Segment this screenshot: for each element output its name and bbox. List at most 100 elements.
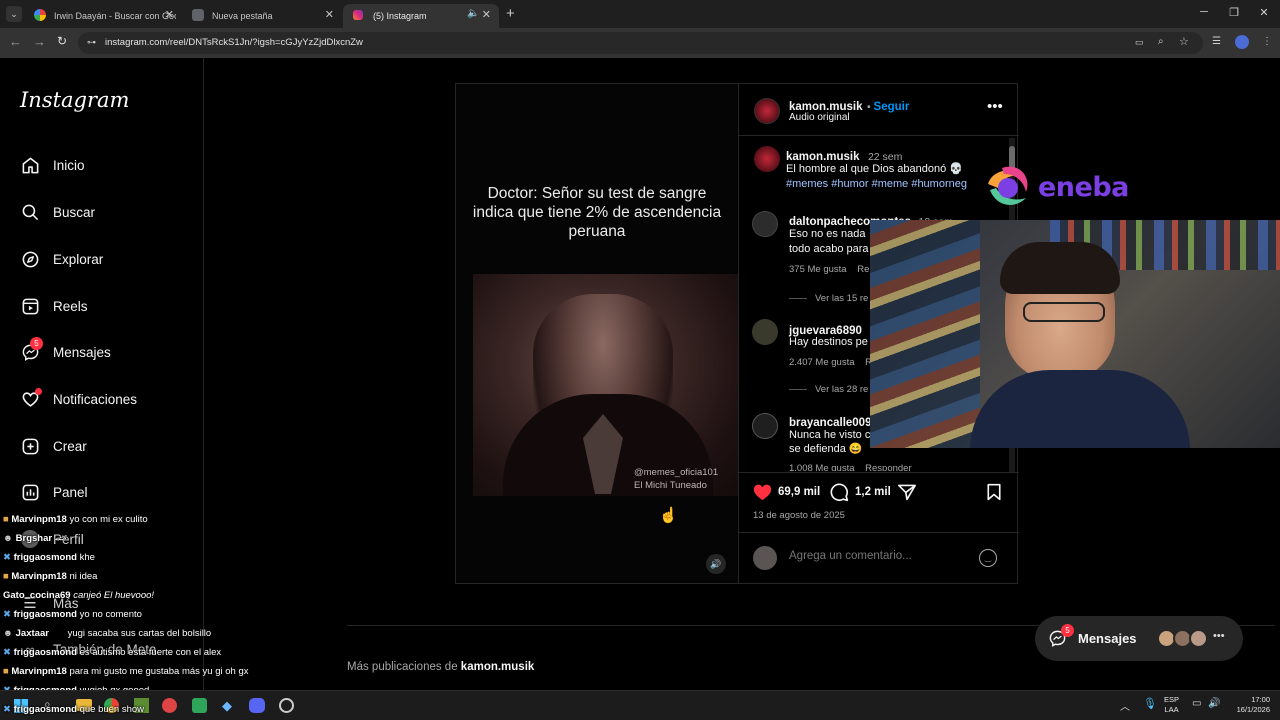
tab-instagram[interactable]: (5) Instagram 🔈 ✕ <box>343 4 499 28</box>
chat-message: ✖ friggaosmond que buen show <box>3 704 145 715</box>
language-indicator[interactable]: ESP LAA <box>1164 695 1179 715</box>
close-icon[interactable]: ✕ <box>325 8 334 21</box>
forward-icon[interactable]: → <box>33 34 46 49</box>
obs-icon[interactable] <box>279 698 294 713</box>
microphone-icon[interactable]: 🎙 <box>1143 697 1157 710</box>
comment-text-line-2: se defienda 😄 <box>789 443 863 455</box>
reply-button[interactable]: Re <box>857 264 869 275</box>
home-icon <box>20 155 40 175</box>
close-icon[interactable]: ✕ <box>482 8 491 21</box>
site-info-icon[interactable]: ⊶ <box>87 37 96 48</box>
notification-dot <box>35 388 42 395</box>
volume-icon[interactable]: 🔊 <box>1208 698 1220 709</box>
app-icon[interactable]: ◆ <box>222 698 232 714</box>
save-icon[interactable] <box>986 483 1002 506</box>
comment-button[interactable]: 1,2 mil <box>829 482 891 502</box>
chat-message: Gato_cocina69 canjeó El huevooo! <box>3 590 155 601</box>
minimize-icon[interactable]: ─ <box>1194 6 1214 18</box>
tab-search-icon[interactable]: ☰ <box>1212 36 1221 47</box>
profile-icon[interactable] <box>1235 35 1249 49</box>
follow-button[interactable]: Seguir <box>874 101 910 113</box>
more-options-icon[interactable]: ••• <box>987 98 1003 115</box>
sidebar-item-buscar[interactable]: Buscar <box>20 202 95 222</box>
cast-icon[interactable]: ▭ <box>1135 37 1144 48</box>
sidebar-item-reels[interactable]: Reels <box>20 296 88 316</box>
sidebar-item-notificaciones[interactable]: Notificaciones <box>20 388 137 409</box>
eneba-sponsor-logo: eneba <box>982 162 1129 212</box>
time-text: 17:00 <box>1251 695 1270 704</box>
viewer-avatar <box>753 546 777 570</box>
chat-message: ✖ friggaosmond khe <box>3 552 95 563</box>
posters-background <box>870 220 980 448</box>
tab-title: Nueva pestaña <box>212 11 273 21</box>
audio-label[interactable]: Audio original <box>789 112 850 123</box>
more-posts-prefix: Más publicaciones de <box>347 661 461 673</box>
windows-taskbar: ⌕ ◆ ︿ 🎙 ESP LAA ▭ 🔊 17:00 16/1/2026 <box>0 690 1280 720</box>
tab-new-tab[interactable]: Nueva pestaña ✕ <box>182 4 342 28</box>
instagram-logo[interactable]: Instagram <box>20 88 129 112</box>
comment-input[interactable] <box>789 550 974 562</box>
sidebar-item-explorar[interactable]: Explorar <box>20 249 103 269</box>
chat-message: ■ Marvinpm18 ni idea <box>3 571 98 582</box>
eneba-emblem-icon <box>988 166 1028 205</box>
tab-google-search[interactable]: Irwin Daayán - Buscar con Goo ✕ <box>24 4 182 28</box>
share-icon[interactable] <box>897 483 917 506</box>
app-icon[interactable] <box>162 698 177 713</box>
app-icon[interactable] <box>192 698 207 713</box>
zoom-icon[interactable]: ⌕ <box>1158 36 1164 47</box>
sidebar-item-mensajes[interactable]: 5 Mensajes <box>20 337 111 362</box>
sidebar-item-label: Mensajes <box>53 344 111 360</box>
comment-likes[interactable]: 1.008 Me gusta <box>789 463 855 471</box>
emoji-icon[interactable]: ‿ <box>979 549 997 567</box>
author-avatar[interactable] <box>754 98 780 124</box>
clock[interactable]: 17:00 16/1/2026 <box>1226 695 1270 715</box>
speaker-icon[interactable]: 🔈 <box>467 8 479 19</box>
address-bar[interactable]: ⊶ instagram.com/reel/DNTsRckS1Jn/?igsh=c… <box>78 32 1203 54</box>
comment-likes[interactable]: 2.407 Me gusta <box>789 357 855 368</box>
streamer-webcam <box>870 220 1280 448</box>
sidebar-item-label: Reels <box>53 298 88 314</box>
view-replies-link[interactable]: Ver las 15 re <box>815 293 868 304</box>
sidebar-item-panel[interactable]: Panel <box>20 482 88 502</box>
chrome-icon <box>192 9 204 21</box>
caption-author-avatar[interactable] <box>754 146 780 172</box>
watermark-channel: El Michi Tuneado <box>634 480 707 491</box>
reply-button[interactable]: Responder <box>865 463 911 471</box>
comment-avatar[interactable] <box>752 211 778 237</box>
sidebar-item-crear[interactable]: Crear <box>20 436 87 456</box>
tab-search-button[interactable]: ⌄ <box>6 6 22 22</box>
network-icon[interactable]: ▭ <box>1192 698 1201 709</box>
comment-box-divider <box>739 532 1019 533</box>
bookmark-star-icon[interactable]: ☆ <box>1179 35 1189 48</box>
sidebar-item-label: Explorar <box>53 251 104 267</box>
avatar <box>1189 629 1208 648</box>
chrome-menu-icon[interactable]: ⋮ <box>1262 36 1272 47</box>
plus-icon <box>20 436 40 456</box>
back-icon[interactable]: ← <box>9 34 22 49</box>
close-window-icon[interactable]: ✕ <box>1254 6 1274 19</box>
comment-avatar[interactable] <box>752 319 778 345</box>
comment-avatar[interactable] <box>752 413 778 439</box>
discord-icon[interactable] <box>249 698 265 713</box>
new-tab-button[interactable]: + <box>506 5 515 22</box>
heart-filled-icon <box>753 484 772 501</box>
search-icon <box>20 202 40 222</box>
comment-likes[interactable]: 375 Me gusta <box>789 264 847 275</box>
language-code: ESP <box>1164 695 1180 704</box>
more-posts-author[interactable]: kamon.musik <box>461 661 535 673</box>
caption-hashtags[interactable]: #memes #humor #meme #humorneg <box>786 177 967 192</box>
video-caption-text: Doctor: Señor su test de sangre indica q… <box>472 185 722 240</box>
volume-icon[interactable]: 🔊 <box>706 554 726 574</box>
reel-video[interactable]: Doctor: Señor su test de sangre indica q… <box>456 84 738 583</box>
post-date: 13 de agosto de 2025 <box>753 510 845 521</box>
chevron-up-icon[interactable]: ︿ <box>1120 698 1130 713</box>
sidebar-item-inicio[interactable]: Inicio <box>20 155 85 175</box>
like-button[interactable]: 69,9 mil <box>752 482 820 501</box>
messages-floating-button[interactable]: 5 Mensajes ••• <box>1035 616 1243 661</box>
date-text: 16/1/2026 <box>1236 705 1270 714</box>
view-replies-link[interactable]: Ver las 28 re <box>815 384 868 395</box>
restore-icon[interactable]: ❐ <box>1224 6 1244 19</box>
close-icon[interactable]: ✕ <box>165 8 174 21</box>
google-icon <box>34 9 46 21</box>
reload-icon[interactable]: ↻ <box>57 34 67 48</box>
